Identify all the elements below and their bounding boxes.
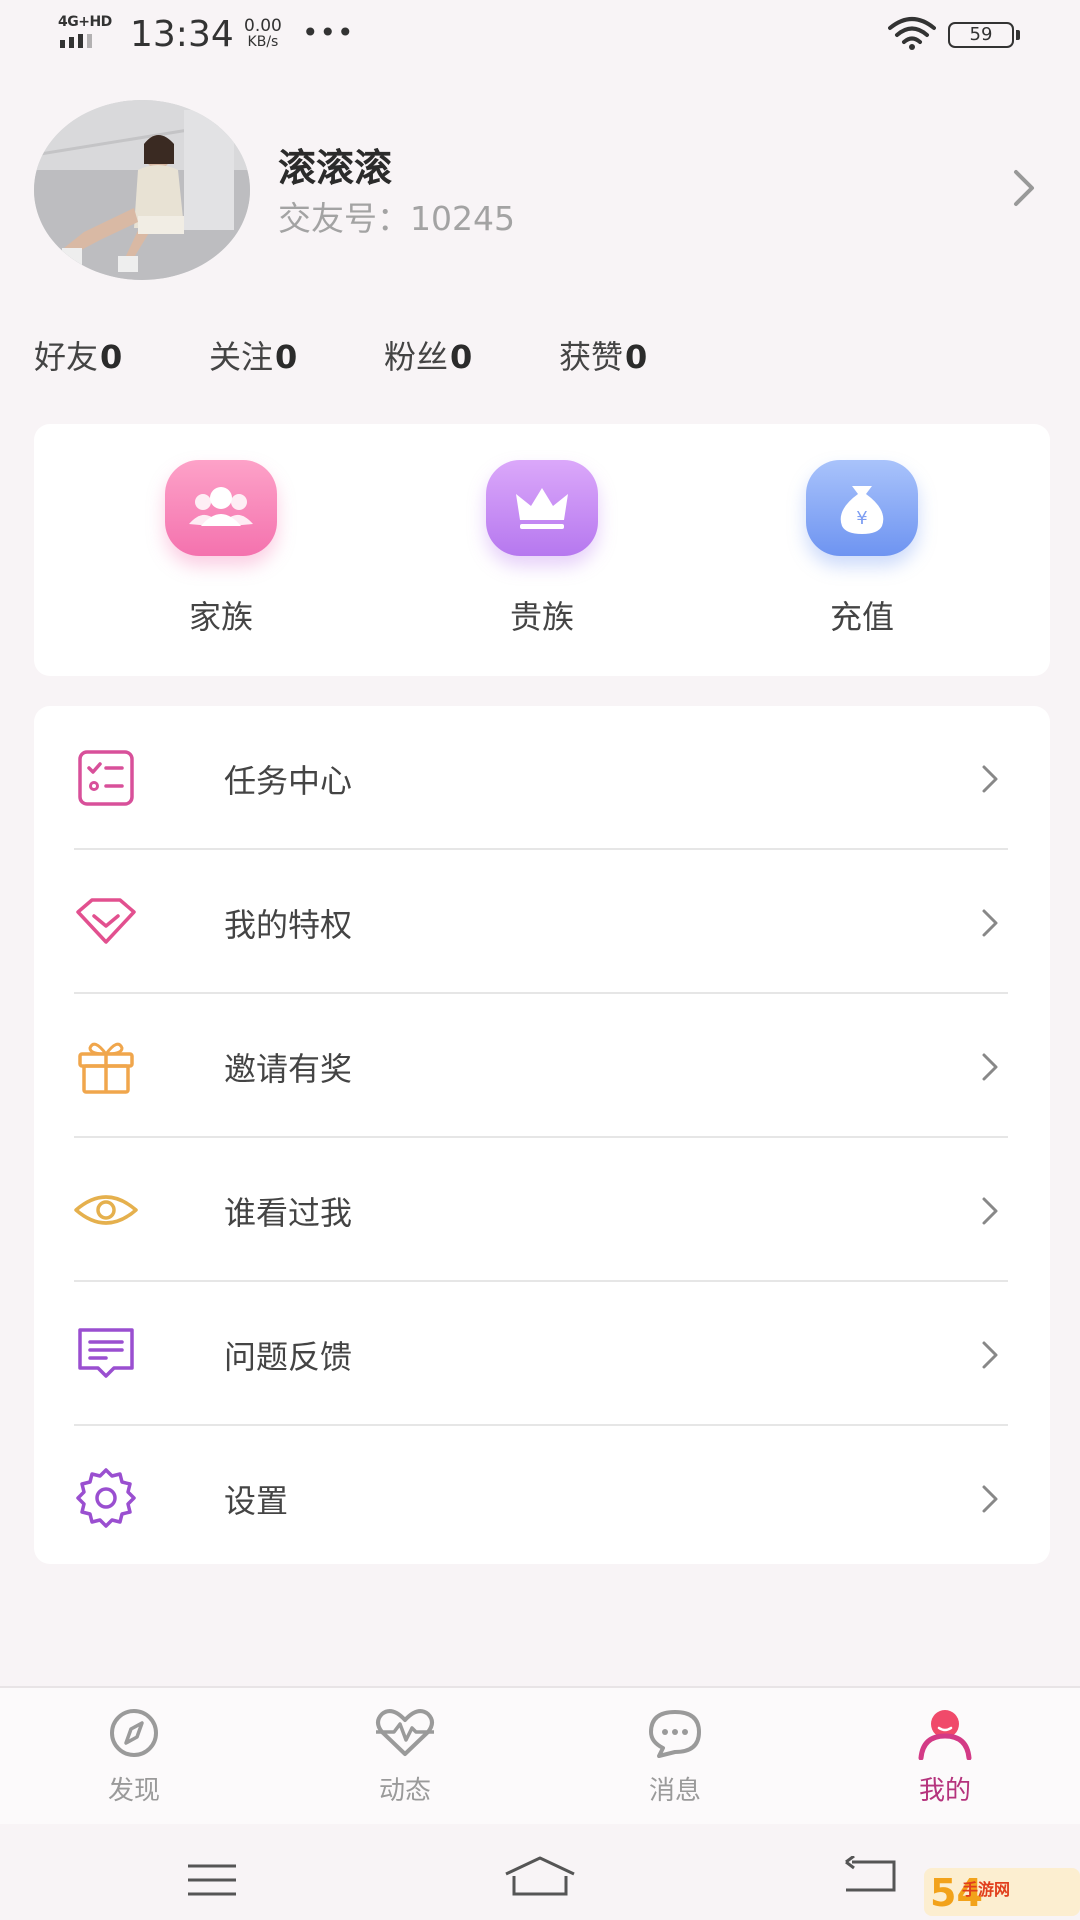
stat-label: 获赞 <box>559 338 624 376</box>
task-list-icon <box>78 750 134 806</box>
stat-fans[interactable]: 粉丝0 <box>384 332 559 378</box>
menu-item-label: 任务中心 <box>224 762 353 800</box>
network-type: 4G+HD <box>58 14 112 30</box>
stat-likes[interactable]: 获赞0 <box>559 332 734 378</box>
stat-friends[interactable]: 好友0 <box>34 332 209 378</box>
tab-label: 我的 <box>918 1776 971 1806</box>
menu-item-label: 谁看过我 <box>224 1194 353 1232</box>
chevron-right-icon <box>982 1197 998 1225</box>
menu-item-task-center[interactable]: 任务中心 <box>74 706 1008 850</box>
chevron-right-icon <box>982 765 998 793</box>
tab-label: 消息 <box>648 1776 701 1806</box>
gear-icon <box>76 1468 136 1528</box>
system-nav-bar <box>0 1826 1080 1920</box>
menu-item-label: 我的特权 <box>224 906 353 944</box>
network-speed: 0.00 KB/s <box>244 16 282 51</box>
menu-item-feedback[interactable]: 问题反馈 <box>74 1282 1008 1426</box>
network-speed-unit: KB/s <box>247 34 279 50</box>
menu-item-label: 邀请有奖 <box>224 1050 353 1088</box>
diamond-icon <box>76 898 136 944</box>
family-group-icon <box>165 460 277 556</box>
chat-bubble-icon <box>649 1710 701 1758</box>
quick-action-label: 贵族 <box>509 598 574 636</box>
crown-icon <box>486 460 598 556</box>
battery-icon: 59 <box>948 22 1020 48</box>
person-icon <box>918 1710 972 1761</box>
menu-item-who-viewed-me[interactable]: 谁看过我 <box>74 1138 1008 1282</box>
profile-id-label: 交友号： <box>278 199 410 238</box>
wifi-icon <box>888 17 936 50</box>
chevron-right-icon <box>982 1341 998 1369</box>
quick-action-recharge[interactable]: ¥ 充值 <box>772 460 952 638</box>
quick-actions-card: 家族 贵族 ¥ 充值 <box>34 424 1050 676</box>
quick-action-nobility[interactable]: 贵族 <box>452 460 632 638</box>
chevron-right-icon <box>982 1053 998 1081</box>
stat-value: 0 <box>625 338 648 376</box>
quick-action-family[interactable]: 家族 <box>131 460 311 638</box>
chevron-right-icon <box>982 1485 998 1513</box>
bottom-tab-bar: 发现 动态 消息 我的 <box>0 1686 1080 1824</box>
stat-label: 好友 <box>34 338 99 376</box>
tab-messages[interactable]: 消息 <box>595 1706 755 1807</box>
recent-apps-icon[interactable] <box>186 1862 238 1898</box>
stat-value: 0 <box>100 338 123 376</box>
chevron-right-icon <box>982 909 998 937</box>
quick-action-label: 充值 <box>829 598 894 636</box>
stat-following[interactable]: 关注0 <box>209 332 384 378</box>
stats-row: 好友0 关注0 粉丝0 获赞0 <box>34 332 734 378</box>
clock: 13:34 <box>130 14 234 55</box>
tab-label: 发现 <box>107 1776 160 1806</box>
signal-icon <box>60 34 92 48</box>
stat-value: 0 <box>450 338 473 376</box>
tab-label: 动态 <box>378 1776 431 1806</box>
stat-value: 0 <box>275 338 298 376</box>
tab-mine[interactable]: 我的 <box>865 1706 1025 1807</box>
profile-id-value: 10245 <box>410 199 515 238</box>
home-icon[interactable] <box>504 1854 576 1900</box>
profile-name: 滚滚滚 <box>278 146 393 190</box>
money-bag-icon: ¥ <box>806 460 918 556</box>
tab-discover[interactable]: 发现 <box>54 1706 214 1807</box>
svg-text:¥: ¥ <box>856 508 867 529</box>
gift-icon <box>78 1042 134 1094</box>
menu-item-label: 问题反馈 <box>224 1338 353 1376</box>
menu-card: 任务中心 我的特权 邀请有奖 谁看过我 问题反馈 设置 <box>34 706 1050 1564</box>
menu-item-invite-rewards[interactable]: 邀请有奖 <box>74 994 1008 1138</box>
watermark-logo: 54 手游网 <box>924 1864 1080 1920</box>
menu-item-label: 设置 <box>224 1482 289 1520</box>
eye-icon <box>74 1195 138 1225</box>
network-speed-value: 0.00 <box>244 16 282 36</box>
heartbeat-icon <box>376 1709 434 1756</box>
profile-chevron-right-icon[interactable] <box>1010 168 1038 208</box>
more-notifications-icon: ••• <box>302 16 355 49</box>
status-bar: 4G+HD 13:34 0.00 KB/s ••• 59 <box>0 0 1080 70</box>
stat-label: 关注 <box>209 338 274 376</box>
watermark-text: 手游网 <box>962 1880 1011 1899</box>
menu-item-settings[interactable]: 设置 <box>74 1426 1008 1570</box>
tab-moments[interactable]: 动态 <box>325 1706 485 1807</box>
back-icon[interactable] <box>842 1856 896 1896</box>
compass-icon <box>110 1709 158 1757</box>
profile-id: 交友号：10245 <box>278 192 515 240</box>
avatar[interactable] <box>34 100 250 280</box>
stat-label: 粉丝 <box>384 338 449 376</box>
menu-item-my-privileges[interactable]: 我的特权 <box>74 850 1008 994</box>
feedback-icon <box>78 1328 134 1378</box>
quick-action-label: 家族 <box>188 598 253 636</box>
